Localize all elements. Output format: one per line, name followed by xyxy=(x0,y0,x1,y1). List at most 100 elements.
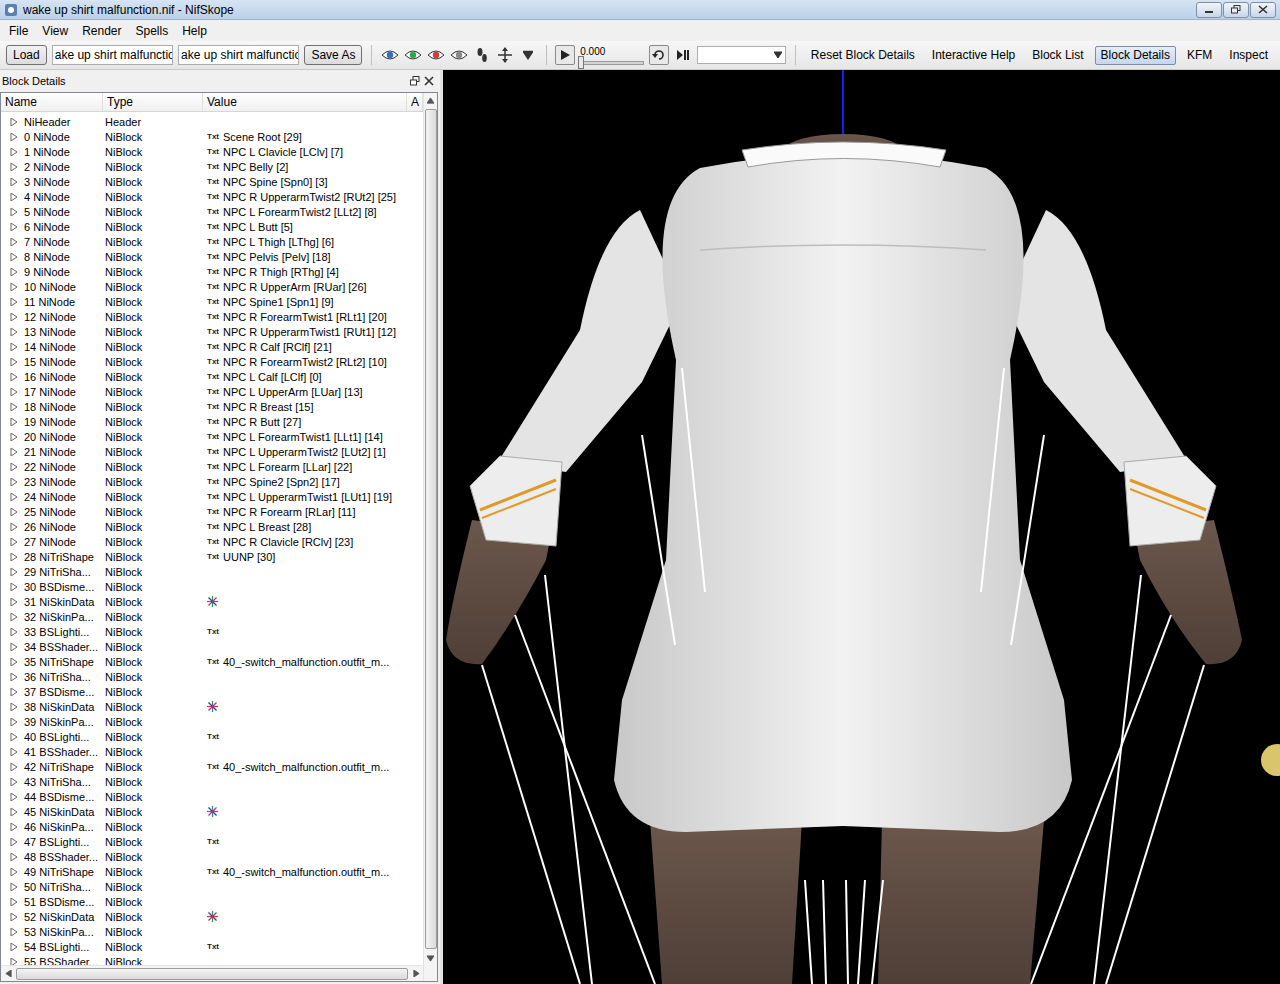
transform-toggle[interactable] xyxy=(496,45,514,65)
table-row[interactable]: 49 NiTriShapeNiBlockTxt40_-switch_malfun… xyxy=(1,864,423,879)
table-row[interactable]: 18 NiNodeNiBlockTxtNPC R Breast [15] xyxy=(1,399,423,414)
table-row[interactable]: 42 NiTriShapeNiBlockTxt40_-switch_malfun… xyxy=(1,759,423,774)
table-row[interactable]: 26 NiNodeNiBlockTxtNPC L Breast [28] xyxy=(1,519,423,534)
slider-thumb[interactable] xyxy=(578,56,584,69)
table-row[interactable]: 15 NiNodeNiBlockTxtNPC R ForearmTwist2 [… xyxy=(1,354,423,369)
table-row[interactable]: 13 NiNodeNiBlockTxtNPC R UpperarmTwist1 … xyxy=(1,324,423,339)
menu-item[interactable]: Help xyxy=(175,22,214,40)
table-row[interactable]: 9 NiNodeNiBlockTxtNPC R Thigh [RThg] [4] xyxy=(1,264,423,279)
model-render[interactable] xyxy=(443,70,1280,984)
table-row[interactable]: 43 NiTriSha...NiBlock xyxy=(1,774,423,789)
table-row[interactable]: 53 NiSkinPa...NiBlock xyxy=(1,924,423,939)
view-toggle[interactable] xyxy=(404,45,422,65)
table-row[interactable]: 37 BSDisme...NiBlock xyxy=(1,684,423,699)
table-row[interactable]: 29 NiTriSha...NiBlock xyxy=(1,564,423,579)
time-slider[interactable]: 0.000 xyxy=(580,46,644,65)
view-button[interactable]: Block Details xyxy=(1095,46,1176,65)
table-row[interactable]: 2 NiNodeNiBlockTxtNPC Belly [2] xyxy=(1,159,423,174)
view-toggle[interactable] xyxy=(381,45,399,65)
table-row[interactable]: 34 BSShader...NiBlock xyxy=(1,639,423,654)
table-row[interactable]: 10 NiNodeNiBlockTxtNPC R UpperArm [RUar]… xyxy=(1,279,423,294)
save-as-button[interactable]: Save As xyxy=(304,45,362,65)
table-row[interactable]: 50 NiTriSha...NiBlock xyxy=(1,879,423,894)
scroll-thumb[interactable] xyxy=(16,968,408,980)
table-row[interactable]: 8 NiNodeNiBlockTxtNPC Pelvis [Pelv] [18] xyxy=(1,249,423,264)
restore-button[interactable] xyxy=(1223,2,1249,18)
table-row[interactable]: 52 NiSkinDataNiBlock xyxy=(1,909,423,924)
view-button[interactable]: Interactive Help xyxy=(926,46,1021,65)
file-field[interactable]: ake up shirt malfunction.nif xyxy=(178,45,299,65)
table-row[interactable]: 7 NiNodeNiBlockTxtNPC L Thigh [LThg] [6] xyxy=(1,234,423,249)
table-row[interactable]: 24 NiNodeNiBlockTxtNPC L UpperarmTwist1 … xyxy=(1,489,423,504)
scroll-thumb[interactable] xyxy=(425,109,437,949)
table-row[interactable]: 44 BSDisme...NiBlock xyxy=(1,789,423,804)
table-row[interactable]: 35 NiTriShapeNiBlockTxt40_-switch_malfun… xyxy=(1,654,423,669)
minimize-button[interactable] xyxy=(1196,2,1222,18)
column-header[interactable]: Value xyxy=(203,93,407,111)
table-row[interactable]: 41 BSShader...NiBlock xyxy=(1,744,423,759)
column-header[interactable]: A xyxy=(407,93,423,111)
switch-button[interactable] xyxy=(674,45,692,65)
column-header[interactable]: Name xyxy=(1,93,103,111)
menu-item[interactable]: File xyxy=(2,22,35,40)
view-button[interactable]: Inspect xyxy=(1223,46,1274,65)
table-row[interactable]: 27 NiNodeNiBlockTxtNPC R Clavicle [RClv]… xyxy=(1,534,423,549)
table-row[interactable]: 40 BSLighti...NiBlockTxt xyxy=(1,729,423,744)
view-button[interactable]: Block List xyxy=(1026,46,1089,65)
view-menu[interactable] xyxy=(519,45,537,65)
close-icon[interactable] xyxy=(424,76,434,86)
table-row[interactable]: 30 BSDisme...NiBlock xyxy=(1,579,423,594)
table-row[interactable]: 17 NiNodeNiBlockTxtNPC L UpperArm [LUar]… xyxy=(1,384,423,399)
horizontal-scrollbar[interactable] xyxy=(1,965,423,981)
table-row[interactable]: 28 NiTriShapeNiBlockTxtUUNP [30] xyxy=(1,549,423,564)
table-row[interactable]: 31 NiSkinDataNiBlock xyxy=(1,594,423,609)
table-row[interactable]: 32 NiSkinPa...NiBlock xyxy=(1,609,423,624)
table-row[interactable]: NiHeaderHeader xyxy=(1,114,423,129)
table-row[interactable]: 55 BSShader...NiBlock xyxy=(1,954,423,965)
bone-toggle[interactable] xyxy=(473,45,491,65)
file-field[interactable]: ake up shirt malfunction.nif xyxy=(52,45,173,65)
table-row[interactable]: 20 NiNodeNiBlockTxtNPC L ForearmTwist1 [… xyxy=(1,429,423,444)
load-button[interactable]: Load xyxy=(6,45,47,65)
menu-item[interactable]: View xyxy=(35,22,75,40)
table-row[interactable]: 6 NiNodeNiBlockTxtNPC L Butt [5] xyxy=(1,219,423,234)
table-row[interactable]: 11 NiNodeNiBlockTxtNPC Spine1 [Spn1] [9] xyxy=(1,294,423,309)
table-row[interactable]: 22 NiNodeNiBlockTxtNPC L Forearm [LLar] … xyxy=(1,459,423,474)
table-row[interactable]: 38 NiSkinDataNiBlock xyxy=(1,699,423,714)
light-gizmo[interactable] xyxy=(1261,744,1280,776)
loop-button[interactable] xyxy=(649,45,669,65)
table-row[interactable]: 19 NiNodeNiBlockTxtNPC R Butt [27] xyxy=(1,414,423,429)
table-row[interactable]: 5 NiNodeNiBlockTxtNPC L ForearmTwist2 [L… xyxy=(1,204,423,219)
table-row[interactable]: 12 NiNodeNiBlockTxtNPC R ForearmTwist1 [… xyxy=(1,309,423,324)
table-row[interactable]: 48 BSShader...NiBlock xyxy=(1,849,423,864)
table-row[interactable]: 47 BSLighti...NiBlockTxt xyxy=(1,834,423,849)
menu-item[interactable]: Render xyxy=(75,22,128,40)
vertical-scrollbar[interactable] xyxy=(423,93,437,981)
view-toggle[interactable] xyxy=(427,45,445,65)
table-row[interactable]: 4 NiNodeNiBlockTxtNPC R UpperarmTwist2 [… xyxy=(1,189,423,204)
table-row[interactable]: 33 BSLighti...NiBlockTxt xyxy=(1,624,423,639)
render-viewport[interactable] xyxy=(443,70,1280,984)
table-row[interactable]: 51 BSDisme...NiBlock xyxy=(1,894,423,909)
menu-item[interactable]: Spells xyxy=(129,22,176,40)
table-row[interactable]: 0 NiNodeNiBlockTxtScene Root [29] xyxy=(1,129,423,144)
table-row[interactable]: 46 NiSkinPa...NiBlock xyxy=(1,819,423,834)
table-row[interactable]: 3 NiNodeNiBlockTxtNPC Spine [Spn0] [3] xyxy=(1,174,423,189)
table-row[interactable]: 25 NiNodeNiBlockTxtNPC R Forearm [RLar] … xyxy=(1,504,423,519)
table-row[interactable]: 1 NiNodeNiBlockTxtNPC L Clavicle [LClv] … xyxy=(1,144,423,159)
table-row[interactable]: 36 NiTriSha...NiBlock xyxy=(1,669,423,684)
table-row[interactable]: 16 NiNodeNiBlockTxtNPC L Calf [LClf] [0] xyxy=(1,369,423,384)
table-row[interactable]: 39 NiSkinPa...NiBlock xyxy=(1,714,423,729)
animation-select[interactable] xyxy=(697,46,786,64)
column-header[interactable]: Type xyxy=(103,93,203,111)
float-icon[interactable] xyxy=(410,76,420,86)
close-button[interactable] xyxy=(1250,2,1276,18)
view-button[interactable]: KFM xyxy=(1181,46,1218,65)
view-button[interactable]: Reset Block Details xyxy=(805,46,921,65)
table-row[interactable]: 45 NiSkinDataNiBlock xyxy=(1,804,423,819)
table-row[interactable]: 54 BSLighti...NiBlockTxt xyxy=(1,939,423,954)
table-row[interactable]: 21 NiNodeNiBlockTxtNPC L UpperarmTwist2 … xyxy=(1,444,423,459)
table-row[interactable]: 23 NiNodeNiBlockTxtNPC Spine2 [Spn2] [17… xyxy=(1,474,423,489)
play-button[interactable] xyxy=(555,45,575,65)
view-toggle[interactable] xyxy=(450,45,468,65)
